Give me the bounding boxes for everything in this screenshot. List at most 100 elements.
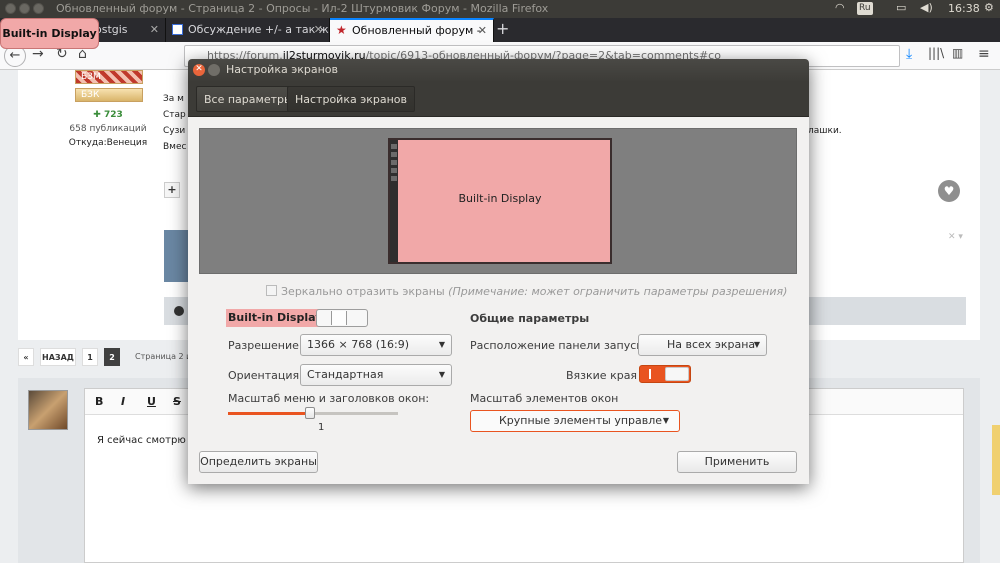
toggle-knob <box>331 311 347 325</box>
elements-scale-label: Масштаб элементов окон <box>470 392 619 405</box>
breadcrumb: Все параметры Настройка экранов <box>188 81 809 117</box>
mirror-label: Зеркально отразить экраны <box>281 285 445 298</box>
close-icon[interactable]: ✕ ▾ <box>948 232 963 242</box>
monitor-label: Built-in Display <box>458 192 542 205</box>
post-text-line: Вмес <box>163 142 187 152</box>
display-power-toggle[interactable] <box>316 309 368 327</box>
dropdown-arrow-icon: ▼ <box>753 340 760 349</box>
minimize-window-icon[interactable] <box>19 3 30 14</box>
dropdown-arrow-icon: ▼ <box>438 370 445 379</box>
orientation-select[interactable]: Стандартная ▼ <box>300 364 452 386</box>
launcher-placement-value: На всех экрана <box>667 338 756 351</box>
menu-icon[interactable]: ≡ <box>978 46 990 62</box>
post-text-right: лашки. <box>808 126 842 136</box>
elements-scale-select[interactable]: Крупные элементы управле ▼ <box>470 410 680 432</box>
maximize-window-icon[interactable] <box>33 3 44 14</box>
reputation: ✚ 723 <box>93 110 123 120</box>
page-button[interactable]: 1 <box>82 348 98 366</box>
display-settings-window: ✕ Настройка экранов Все параметры Настро… <box>188 59 809 484</box>
tab-discussion[interactable]: Обсуждение +/- а так ж ✕ <box>166 18 330 42</box>
page-info: Страница 2 и <box>135 352 192 361</box>
dropdown-arrow-icon: ▼ <box>438 340 445 349</box>
launcher-icon <box>391 176 397 181</box>
launcher-placement-label: Расположение панели запуска <box>470 339 650 352</box>
battery-icon[interactable]: ▭ <box>896 1 906 14</box>
library-icon[interactable]: |||\ <box>928 46 944 60</box>
mirror-note: (Примечание: может ограничить параметры … <box>448 285 788 298</box>
sticky-edges-toggle[interactable] <box>639 365 691 383</box>
author-location: Откуда:Венеция <box>68 138 148 148</box>
avatar <box>28 390 68 430</box>
author-info: ✚ 723 658 публикаций Откуда:Венеция <box>58 108 158 150</box>
tab-forum[interactable]: ★ Обновленный форум - ✕ <box>330 18 494 42</box>
scale-value: 1 <box>318 422 325 433</box>
sticky-edges-label: Вязкие края <box>566 369 638 382</box>
launcher-icon <box>391 144 397 149</box>
dialog-title: Настройка экранов <box>226 63 339 76</box>
launcher-icon <box>391 160 397 165</box>
scale-slider-handle[interactable] <box>304 407 315 419</box>
detect-displays-button[interactable]: Определить экраны <box>199 451 318 473</box>
bold-button[interactable]: B <box>95 395 103 408</box>
checkbox-icon[interactable] <box>266 285 277 296</box>
toggle-knob <box>665 367 689 381</box>
apply-button[interactable]: Применить <box>677 451 797 473</box>
scale-label: Масштаб меню и заголовков окон: <box>228 392 430 405</box>
minimize-icon[interactable] <box>208 64 220 76</box>
keyboard-layout-indicator[interactable]: Ru <box>857 2 873 15</box>
common-settings-heading: Общие параметры <box>470 312 590 325</box>
window-title: Обновленный форум - Страница 2 - Опросы … <box>56 2 549 15</box>
wifi-icon[interactable]: ◠ <box>835 1 845 14</box>
mirror-displays-checkbox[interactable]: Зеркально отразить экраны (Примечание: м… <box>266 285 787 298</box>
strikethrough-button[interactable]: S <box>173 395 181 408</box>
star-favicon-icon: ★ <box>336 23 347 37</box>
resolution-value: 1366 × 768 (16:9) <box>307 338 409 351</box>
publications-count[interactable]: 658 публикаций <box>58 122 158 136</box>
checkbox-favicon-icon <box>172 24 183 35</box>
reputation-value: 723 <box>103 110 123 120</box>
elements-scale-value: Крупные элементы управле <box>499 414 663 427</box>
close-icon[interactable]: ✕ <box>193 64 205 76</box>
close-tab-icon[interactable]: ✕ <box>150 18 159 42</box>
dropdown-arrow-icon: ▼ <box>662 416 669 425</box>
first-page-button[interactable]: « <box>18 348 34 366</box>
clock[interactable]: 16:38 <box>948 2 980 15</box>
bullet-icon <box>174 306 184 316</box>
display-name: Built-in Display <box>226 309 325 327</box>
new-tab-button[interactable]: + <box>496 18 509 42</box>
close-tab-icon[interactable]: ✕ <box>478 20 487 42</box>
volume-icon[interactable]: ◀) <box>920 1 933 14</box>
sidebar-icon[interactable]: ▥ <box>952 46 963 60</box>
badge-bzm: БЗМ <box>75 70 143 84</box>
heart-icon[interactable]: ♥ <box>938 180 960 202</box>
page-scrollbar[interactable] <box>992 425 1000 495</box>
breadcrumb-all-settings[interactable]: Все параметры <box>196 86 301 112</box>
post-text-line: Стар <box>163 110 186 120</box>
launcher-icon <box>391 168 397 173</box>
toggle-on-mark <box>649 369 651 379</box>
italic-button[interactable]: I <box>121 395 125 408</box>
page-button-current[interactable]: 2 <box>104 348 120 366</box>
attachment-thumbnail[interactable] <box>164 230 188 282</box>
resolution-select[interactable]: 1366 × 768 (16:9) ▼ <box>300 334 452 356</box>
display-identify-label: Built-in Display <box>0 18 99 49</box>
close-tab-icon[interactable]: ✕ <box>314 18 323 42</box>
gear-icon[interactable]: ⚙ <box>984 1 994 14</box>
orientation-value: Стандартная <box>307 368 384 381</box>
download-icon[interactable]: ⤓ <box>906 46 912 62</box>
monitor-preview[interactable]: Built-in Display <box>388 138 612 264</box>
breadcrumb-displays[interactable]: Настройка экранов <box>287 86 416 112</box>
plus-button[interactable]: + <box>164 182 180 198</box>
underline-button[interactable]: U <box>147 395 156 408</box>
launcher-placement-select[interactable]: На всех экрана ▼ <box>638 334 767 356</box>
orientation-label: Ориентация <box>228 369 300 382</box>
prev-page-button[interactable]: НАЗАД <box>40 348 76 366</box>
editor-text[interactable]: Я сейчас смотрю с <box>97 435 194 446</box>
badge-bzk: БЗК <box>75 88 143 102</box>
post-text-line: За м <box>163 94 184 104</box>
post-text-line: Сузи <box>163 126 186 136</box>
tab-label: Обсуждение +/- а так ж <box>188 23 329 36</box>
top-panel: Обновленный форум - Страница 2 - Опросы … <box>0 0 1000 18</box>
close-window-icon[interactable] <box>5 3 16 14</box>
window-titlebar[interactable]: ✕ Настройка экранов <box>188 59 809 81</box>
